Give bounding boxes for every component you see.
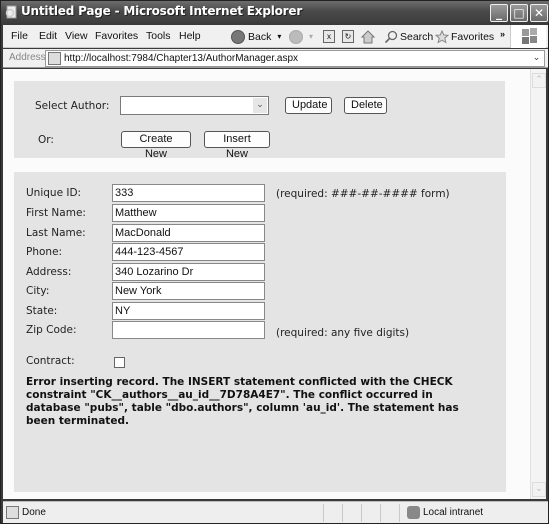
back-arrow-icon bbox=[231, 29, 245, 44]
address-label: Address: bbox=[26, 266, 72, 278]
title-bar: Untitled Page - Microsoft Internet Explo… bbox=[1, 1, 549, 23]
zip-code-input[interactable] bbox=[112, 321, 265, 339]
address-input-field[interactable]: 340 Lozarino Dr bbox=[112, 263, 265, 281]
menu-edit[interactable]: Edit bbox=[39, 30, 57, 42]
status-divider bbox=[342, 504, 343, 522]
error-message: Error inserting record. The INSERT state… bbox=[26, 376, 459, 427]
address-label: Address bbox=[9, 52, 46, 63]
last-name-label: Last Name: bbox=[26, 227, 86, 239]
phone-label: Phone: bbox=[26, 246, 63, 258]
zip-code-label: Zip Code: bbox=[26, 324, 77, 336]
back-dropdown-icon[interactable]: ▾ bbox=[277, 32, 281, 41]
address-bar: Address http://localhost:7984/Chapter13/… bbox=[3, 49, 548, 68]
city-input[interactable]: New York bbox=[112, 282, 265, 300]
menu-view[interactable]: View bbox=[65, 30, 88, 42]
contract-checkbox[interactable] bbox=[114, 357, 125, 368]
forward-arrow-icon bbox=[289, 29, 303, 44]
chevron-down-icon: ⌄ bbox=[253, 98, 267, 113]
favorites-button[interactable]: Favorites bbox=[435, 28, 494, 45]
zip-code-hint: (required: any five digits) bbox=[276, 327, 410, 339]
page-icon bbox=[48, 52, 61, 65]
menu-tools[interactable]: Tools bbox=[146, 30, 171, 42]
menu-toolbar-row: File Edit View Favorites Tools Help Back… bbox=[3, 25, 548, 48]
author-selection-panel: Select Author: ⌄ Update Delete Or: Creat… bbox=[14, 81, 505, 160]
close-button[interactable]: ✕ bbox=[530, 4, 548, 22]
status-divider bbox=[399, 504, 400, 522]
status-text: Done bbox=[22, 507, 46, 518]
contract-label: Contract: bbox=[26, 355, 75, 367]
forward-dropdown-icon[interactable]: ▾ bbox=[309, 32, 313, 41]
phone-input[interactable]: 444-123-4567 bbox=[112, 243, 265, 261]
close-icon: ✕ bbox=[533, 6, 545, 20]
city-label: City: bbox=[26, 285, 50, 297]
create-new-button[interactable]: Create New bbox=[121, 131, 191, 160]
refresh-button[interactable]: ↻ bbox=[342, 28, 354, 45]
or-label: Or: bbox=[38, 134, 54, 146]
status-bar: Done Local intranet bbox=[3, 501, 548, 523]
windows-logo bbox=[510, 25, 546, 48]
browser-window: Untitled Page - Microsoft Internet Explo… bbox=[0, 0, 549, 524]
menu-favorites[interactable]: Favorites bbox=[95, 30, 138, 42]
ie-page-icon bbox=[5, 5, 17, 19]
home-icon bbox=[361, 29, 375, 43]
back-label: Back bbox=[248, 30, 272, 43]
local-intranet-icon bbox=[407, 506, 420, 519]
security-zone-text: Local intranet bbox=[423, 507, 484, 518]
state-input[interactable]: NY bbox=[112, 302, 265, 320]
unique-id-input[interactable]: 333 bbox=[112, 184, 265, 202]
maximize-button[interactable]: □ bbox=[510, 4, 528, 22]
last-name-input[interactable]: MacDonald bbox=[112, 224, 265, 242]
page-content: Select Author: ⌄ Update Delete Or: Creat… bbox=[3, 69, 530, 499]
menu-file[interactable]: File bbox=[11, 30, 28, 42]
minimize-button[interactable]: _ bbox=[490, 4, 508, 22]
minimize-icon: _ bbox=[496, 6, 502, 20]
favorites-label: Favorites bbox=[451, 30, 495, 43]
vertical-scrollbar[interactable]: ⌃ ⌄ bbox=[530, 69, 546, 499]
author-details-panel: Unique ID: 333 (required: ###-##-#### fo… bbox=[14, 172, 506, 492]
scroll-down-icon[interactable]: ⌄ bbox=[532, 482, 546, 497]
scroll-up-icon[interactable]: ⌃ bbox=[532, 73, 546, 88]
menu-help[interactable]: Help bbox=[179, 30, 201, 42]
unique-id-label: Unique ID: bbox=[26, 187, 82, 199]
stop-button[interactable]: x bbox=[323, 28, 335, 45]
refresh-icon: ↻ bbox=[342, 30, 354, 43]
delete-button[interactable]: Delete bbox=[344, 97, 387, 114]
search-label: Search bbox=[400, 30, 434, 43]
update-button[interactable]: Update bbox=[285, 97, 332, 114]
status-divider bbox=[380, 504, 381, 522]
unique-id-hint: (required: ###-##-#### form) bbox=[276, 188, 450, 200]
search-button[interactable]: Search bbox=[384, 28, 433, 45]
insert-new-button[interactable]: Insert New bbox=[204, 131, 270, 160]
first-name-label: First Name: bbox=[26, 207, 86, 219]
home-button[interactable] bbox=[361, 28, 375, 45]
favorites-star-icon bbox=[435, 29, 449, 44]
address-url: http://localhost:7984/Chapter13/AuthorMa… bbox=[64, 53, 299, 64]
toolbar-overflow-icon[interactable]: » bbox=[500, 25, 505, 42]
page-status-icon bbox=[6, 506, 19, 519]
address-dropdown-icon[interactable]: ⌄ bbox=[530, 52, 543, 65]
first-name-input[interactable]: Matthew bbox=[112, 204, 265, 222]
stop-icon: x bbox=[323, 30, 335, 43]
author-select[interactable]: ⌄ bbox=[120, 96, 269, 115]
address-input[interactable]: http://localhost:7984/Chapter13/AuthorMa… bbox=[45, 50, 545, 67]
window-title: Untitled Page - Microsoft Internet Explo… bbox=[21, 4, 303, 18]
search-icon bbox=[384, 30, 398, 43]
forward-button[interactable]: ▾ bbox=[289, 28, 313, 45]
status-divider bbox=[361, 504, 362, 522]
status-divider bbox=[323, 504, 324, 522]
state-label: State: bbox=[26, 305, 58, 317]
select-author-label: Select Author: bbox=[35, 100, 110, 112]
back-button[interactable]: Back ▾ bbox=[231, 28, 281, 45]
maximize-icon: □ bbox=[513, 6, 525, 20]
